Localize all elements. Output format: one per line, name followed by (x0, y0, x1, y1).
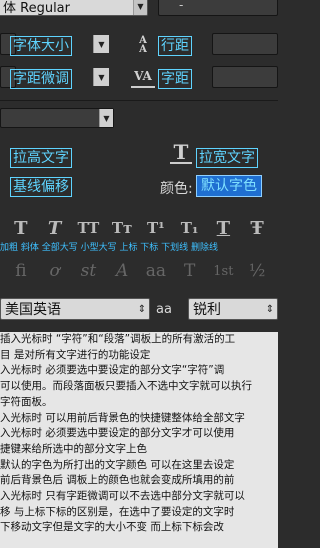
small-caps-button[interactable]: Tт (111, 217, 133, 239)
all-caps-button[interactable]: TT (77, 217, 99, 239)
note-line: 下移动文字但是文字的大小不变 而上标下标会改 (0, 521, 224, 534)
ligature-button[interactable]: fi (10, 260, 32, 282)
stylistic-alternates-button[interactable]: aa (145, 260, 167, 282)
font-size-dropdown-arrow[interactable]: ▼ (93, 35, 109, 53)
tracking-label: 字距 (158, 69, 192, 89)
style-buttons-caption: 加粗 斜体 全部大写 小型大写 上标 下标 下划线 删除线 (0, 243, 219, 253)
font-option-value: - (179, 0, 184, 12)
superscript-button[interactable]: T¹ (145, 217, 167, 239)
chevron-updown-icon: ⇕ (263, 299, 277, 319)
tracking-input[interactable] (212, 66, 278, 88)
underline-button[interactable]: T (212, 217, 234, 239)
note-line: 目 是对所有文字进行的功能设定 (0, 348, 151, 361)
note-line: 移 与上标下标的区别是，在选中了要设定的文字时 (0, 505, 235, 518)
note-line: 捷键来给所选中的部分文字上色 (0, 442, 147, 455)
font-size-label: 字体大小 (10, 36, 72, 56)
note-line: 入光标时 可以用前后背景色的快捷键整体给全部文字 (0, 411, 245, 424)
horizontal-scale-label: 拉宽文字 (196, 148, 258, 168)
note-line: 默认的字色为所打出的文字颜色 可以在这里去设定 (0, 458, 235, 471)
note-line: 插入光标时 “字符”和“段落”调板上的所有激活的工 (0, 333, 236, 345)
strikethrough-button[interactable]: Ŧ (246, 217, 268, 239)
language-value: 美国英语 (5, 302, 61, 318)
discretionary-ligature-button[interactable]: ơ (44, 260, 66, 282)
leading-icon: AA (139, 35, 147, 55)
chevron-updown-icon: ⇕ (135, 299, 149, 319)
color-swatch[interactable]: 默认字色 (196, 175, 262, 197)
baseline-shift-label: 基线偏移 (10, 177, 72, 197)
font-option-dropdown[interactable]: - (158, 0, 278, 16)
notes-area: 插入光标时 “字符”和“段落”调板上的所有激活的工 目 是对所有文字进行的功能设… (0, 332, 278, 548)
chevron-down-icon: ▼ (99, 109, 113, 127)
note-line: 入光标时 必须要选中要设定的部分文字才可以使用 (0, 427, 235, 440)
note-line: 字符面板。 (0, 395, 53, 408)
subscript-button[interactable]: T₁ (179, 217, 201, 239)
antialias-dropdown[interactable]: 锐利 ⇕ (188, 298, 278, 320)
horizontal-scale-icon: T (170, 140, 192, 164)
tracking-icon: VA (131, 66, 155, 88)
swash-button[interactable]: A (111, 260, 133, 282)
fractions-button[interactable]: ½ (246, 260, 268, 282)
language-dropdown[interactable]: 美国英语 ⇕ (0, 298, 150, 320)
antialias-value: 锐利 (193, 302, 221, 318)
leading-label: 行距 (158, 36, 192, 56)
note-line: 入光标时 必须要选中要设定的部分文字“字符”调 (0, 364, 225, 377)
leading-input[interactable] (212, 33, 278, 55)
kerning-label: 字距微调 (10, 69, 72, 89)
titling-alternates-button[interactable]: T (179, 260, 201, 282)
unit-dropdown[interactable]: ▼ (0, 108, 114, 128)
note-line: 可以使用。而段落面板只要插入不选中文字就可以执行 (0, 380, 252, 393)
faux-italic-button[interactable]: T (44, 217, 66, 239)
font-style-value: 体 Regular (3, 0, 70, 16)
faux-bold-button[interactable]: T (10, 217, 32, 239)
old-style-button[interactable]: st (77, 260, 99, 282)
note-line: 前后背景色后 调板上的颜色也就会变成所填用的前 (0, 474, 235, 487)
ordinals-button[interactable]: 1st (212, 260, 234, 282)
vertical-scale-label: 拉高文字 (10, 148, 72, 168)
antialias-icon: aa (156, 301, 172, 317)
note-line: 入光标时 只有字距微调可以不去选中部分文字就可以 (0, 490, 245, 503)
style-buttons-row: T T TT Tт T¹ T₁ T Ŧ (0, 217, 278, 241)
opentype-buttons-row: fi ơ st A aa T 1st ½ (0, 260, 278, 284)
chevron-down-icon: ▼ (133, 0, 147, 15)
divider (0, 100, 278, 101)
font-style-dropdown[interactable]: 体 Regular ▼ (0, 0, 148, 16)
kerning-dropdown-arrow[interactable]: ▼ (93, 68, 109, 86)
color-caption: 颜色: (160, 181, 193, 197)
